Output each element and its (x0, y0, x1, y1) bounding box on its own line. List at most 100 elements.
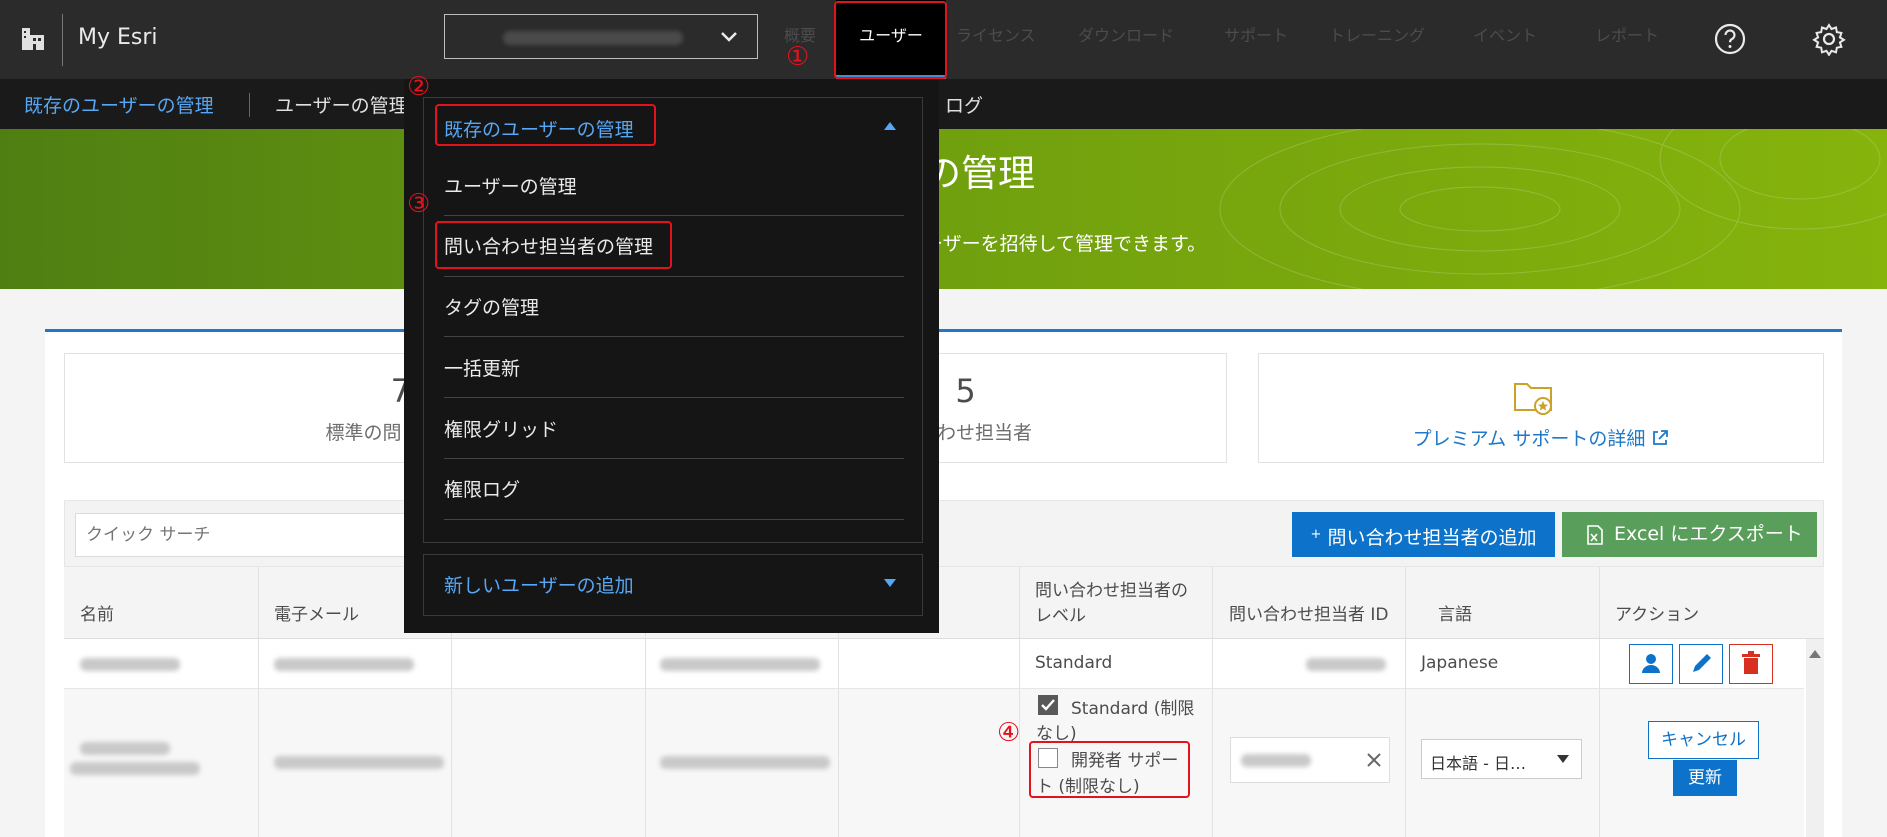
excel-icon (1587, 525, 1603, 545)
page-banner: の管理 ーザーを招待して管理できます。 (0, 129, 1887, 289)
account-select[interactable] (444, 14, 758, 59)
dropdown-divider (444, 458, 904, 459)
table-scrollbar[interactable] (1806, 639, 1824, 837)
col-contact-id[interactable]: 問い合わせ担当者 ID (1229, 603, 1389, 628)
dropdown-item-bulk-update[interactable]: 一括更新 (444, 354, 520, 381)
column-divider (1405, 567, 1406, 837)
subnav-log[interactable]: ログ (945, 91, 983, 118)
col-action[interactable]: アクション (1615, 603, 1699, 628)
gear-icon[interactable] (1812, 22, 1846, 56)
annotation-highlight-1 (834, 1, 947, 79)
table-header: 名前 電子メール 問い合わせ担当者の レベル 問い合わせ担当者 ID 言語 アク… (64, 567, 1824, 639)
view-user-button[interactable] (1629, 644, 1673, 684)
folder-star-icon (1514, 383, 1552, 415)
building-icon (22, 28, 44, 50)
col-level-line1[interactable]: 問い合わせ担当者の (1035, 579, 1188, 604)
chevron-down-icon (721, 32, 737, 42)
dropdown-item-manage-users[interactable]: ユーザーの管理 (444, 172, 577, 199)
blurred-email (274, 658, 414, 671)
sub-nav: 既存のユーザーの管理 ユーザーの管理 ログ (0, 79, 1887, 129)
row1-language: Japanese (1421, 653, 1499, 673)
nav-downloads[interactable]: ダウンロード (1078, 0, 1174, 79)
quick-search-input[interactable] (75, 513, 445, 557)
annotation-number-1: ① (786, 42, 810, 72)
premium-support-label: プレミアム サポートの詳細 (1412, 428, 1646, 450)
blurred-field (660, 658, 820, 671)
subnav-existing-users[interactable]: 既存のユーザーの管理 (24, 91, 214, 118)
caret-down-icon (1557, 755, 1569, 763)
clear-icon[interactable] (1366, 752, 1382, 768)
blurred-field (660, 756, 830, 769)
app-title[interactable]: My Esri (78, 25, 158, 50)
blurred-email (274, 756, 444, 769)
pencil-icon (1693, 654, 1711, 672)
nav-support[interactable]: サポート (1224, 0, 1288, 79)
trash-icon (1742, 651, 1760, 674)
standard-option-line1: Standard (制限 (1071, 699, 1195, 719)
language-value: 日本語 - 日… (1430, 754, 1526, 773)
dropdown-divider (444, 215, 904, 216)
blurred-contact-id (1306, 658, 1386, 671)
blurred-name-sub (70, 762, 200, 775)
dropdown-add-users-header[interactable]: 新しいユーザーの追加 (444, 571, 634, 598)
nav-training[interactable]: トレーニング (1329, 0, 1425, 79)
subnav-separator (249, 93, 250, 117)
contact-id-input[interactable] (1230, 737, 1390, 783)
export-excel-label: Excel にエクスポート (1614, 523, 1803, 545)
row1-level: Standard (1035, 653, 1113, 673)
check-icon (1041, 699, 1055, 711)
annotation-number-4: ④ (997, 718, 1021, 748)
external-link-icon (1653, 430, 1669, 445)
col-language[interactable]: 言語 (1438, 603, 1472, 628)
annotation-highlight-2 (435, 104, 656, 146)
plus-icon: + (1310, 527, 1322, 542)
column-divider (1599, 567, 1600, 837)
dropdown-item-permission-log[interactable]: 権限ログ (444, 475, 520, 502)
blurred-name (80, 742, 170, 755)
update-button[interactable]: 更新 (1673, 760, 1737, 796)
nav-events[interactable]: イベント (1473, 0, 1537, 79)
blurred-account-name (503, 31, 683, 45)
add-contact-button[interactable]: + 問い合わせ担当者の追加 (1292, 512, 1555, 557)
nav-licenses[interactable]: ライセンス (956, 0, 1036, 79)
nav-reports[interactable]: レポート (1595, 0, 1659, 79)
dropdown-divider (444, 397, 904, 398)
blurred-name (80, 658, 180, 671)
help-icon[interactable] (1713, 22, 1747, 56)
annotation-number-2: ② (407, 72, 431, 102)
stat-card-premium-support: プレミアム サポートの詳細 (1258, 353, 1824, 463)
user-icon (1642, 654, 1660, 673)
add-contact-label: 問い合わせ担当者の追加 (1327, 527, 1537, 549)
annotation-highlight-4 (1029, 741, 1190, 798)
dropdown-divider (444, 519, 904, 520)
dropdown-item-permission-grid[interactable]: 権限グリッド (444, 415, 558, 442)
subnav-manage-users[interactable]: ユーザーの管理 (275, 91, 408, 118)
col-level-line2[interactable]: レベル (1035, 604, 1086, 629)
cancel-button[interactable]: キャンセル (1648, 721, 1759, 759)
caret-down-icon (884, 579, 896, 587)
column-divider (1212, 567, 1213, 837)
annotation-number-3: ③ (407, 189, 431, 219)
standard-checkbox[interactable] (1038, 695, 1058, 715)
table-toolbar: + 問い合わせ担当者の追加 Excel にエクスポート (64, 500, 1824, 567)
annotation-highlight-3 (435, 221, 672, 269)
blurred-contact-id (1241, 754, 1311, 767)
logo-divider (62, 14, 63, 66)
col-email[interactable]: 電子メール (274, 603, 359, 628)
dropdown-item-manage-tags[interactable]: タグの管理 (444, 293, 539, 320)
edit-user-button[interactable] (1679, 644, 1723, 684)
delete-user-button[interactable] (1729, 644, 1773, 684)
users-dropdown-menu: 既存のユーザーの管理 ユーザーの管理 問い合わせ担当者の管理 タグの管理 一括更… (404, 79, 939, 633)
page-description: ーザーを招待して管理できます。 (924, 233, 1207, 255)
page-title: の管理 (924, 152, 1035, 195)
language-select[interactable]: 日本語 - 日… (1421, 739, 1582, 779)
column-divider (1019, 567, 1020, 837)
caret-up-icon (884, 122, 896, 130)
dropdown-divider (444, 336, 904, 337)
column-divider (258, 567, 259, 837)
col-name[interactable]: 名前 (80, 603, 114, 628)
export-excel-button[interactable]: Excel にエクスポート (1562, 512, 1817, 557)
premium-support-link[interactable]: プレミアム サポートの詳細 (1259, 424, 1823, 451)
dropdown-divider (444, 276, 904, 277)
scroll-up-icon[interactable] (1809, 648, 1821, 658)
